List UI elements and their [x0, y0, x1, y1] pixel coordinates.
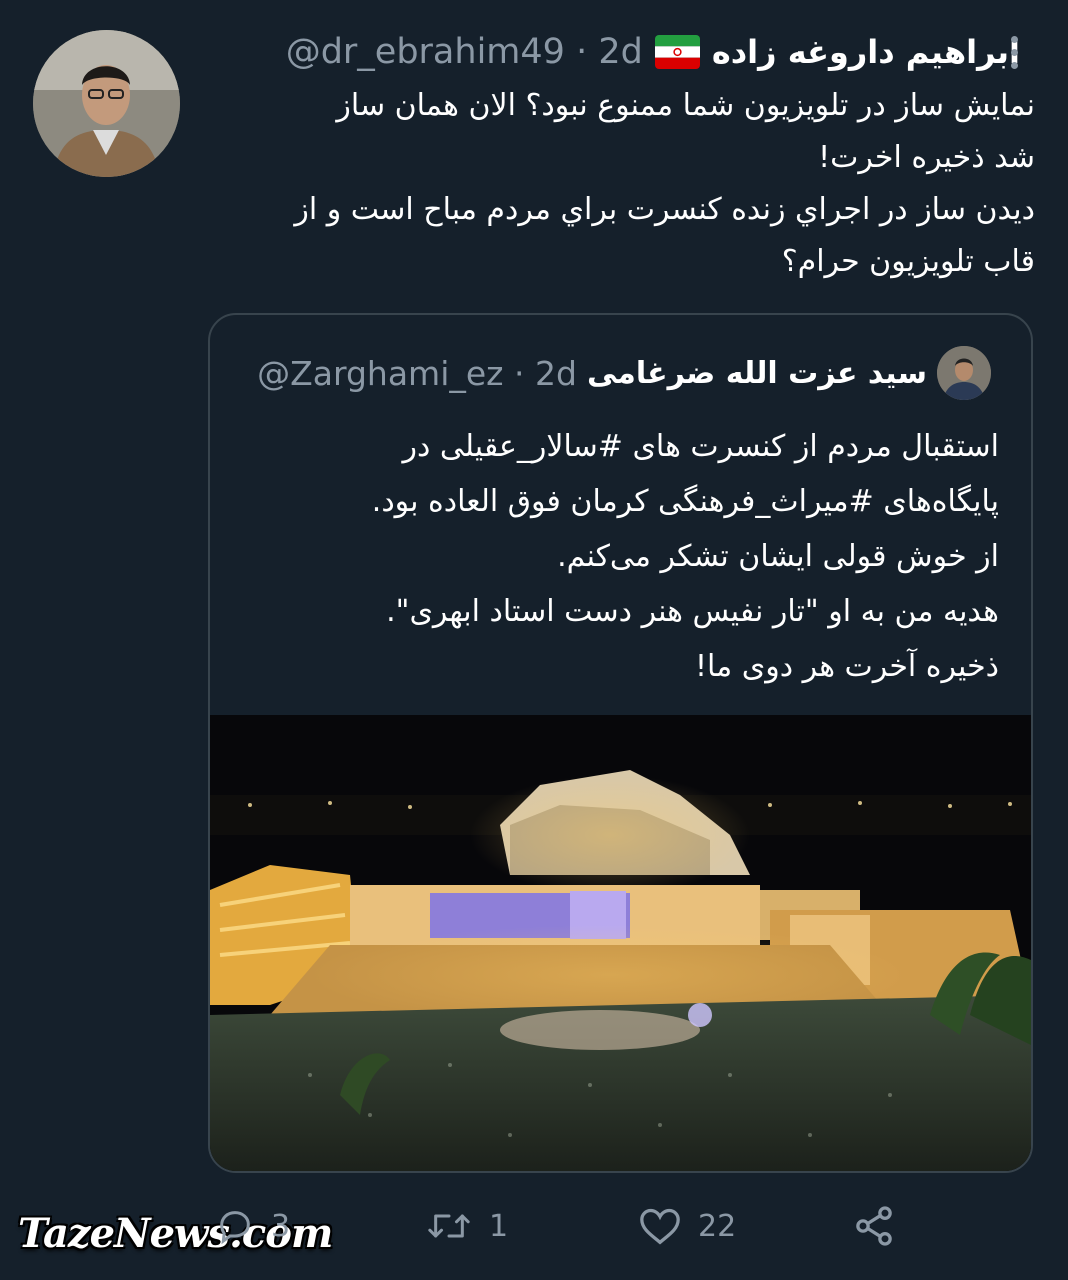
share-icon	[856, 1206, 892, 1246]
like-button[interactable]: 22	[638, 1204, 736, 1248]
more-vertical-icon[interactable]	[998, 30, 1030, 74]
time-value: 2d	[598, 32, 643, 72]
meta-separator: ·	[576, 32, 588, 72]
reply-button[interactable]: 3	[215, 1204, 290, 1248]
reply-icon	[220, 1211, 250, 1245]
author-avatar[interactable]	[33, 30, 180, 177]
tweet-header: @dr_ebrahim49 · 2d ابراهیم داروغه زاده	[286, 30, 1020, 74]
tweet-text: نمایش ساز در تلویزیون شما ممنوع نبود؟ ال…	[294, 88, 1035, 279]
heart-icon	[640, 1208, 680, 1245]
quoted-tweet-header: @Zarghami_ez · 2d سید عزت الله ضرغامی	[257, 345, 991, 401]
meta-separator: ·	[514, 353, 525, 393]
quoted-author-handle: @Zarghami_ez	[257, 353, 504, 393]
author-handle: @dr_ebrahim49	[285, 32, 565, 72]
iran-flag-icon	[654, 35, 700, 69]
like-count: 22	[698, 1208, 737, 1244]
quoted-tweet[interactable]: @Zarghami_ez · 2d سید عزت الله ضرغامی اس…	[208, 313, 1033, 1173]
quoted-author-name: سید عزت الله ضرغامی	[586, 355, 927, 391]
quoted-time-value: 2d	[535, 353, 577, 393]
tweet-actions: 3 1 22	[0, 1190, 1068, 1280]
quoted-tweet-text: استقبال مردم از کنسرت های #سالار_عقیلی د…	[371, 429, 999, 684]
retweet-button[interactable]: 1	[425, 1204, 508, 1248]
share-button[interactable]	[852, 1204, 896, 1248]
concert-photo[interactable]	[210, 715, 1031, 1171]
author-name[interactable]: ابراهیم داروغه زاده	[712, 33, 1020, 71]
quoted-tweet-meta: @Zarghami_ez · 2d	[257, 354, 577, 393]
tweet-time[interactable]: @dr_ebrahim49 · 2d	[286, 32, 643, 72]
retweet-icon	[428, 1214, 470, 1238]
reply-count: 3	[271, 1208, 291, 1244]
quoted-author-avatar	[937, 346, 991, 400]
retweet-count: 1	[489, 1208, 509, 1244]
